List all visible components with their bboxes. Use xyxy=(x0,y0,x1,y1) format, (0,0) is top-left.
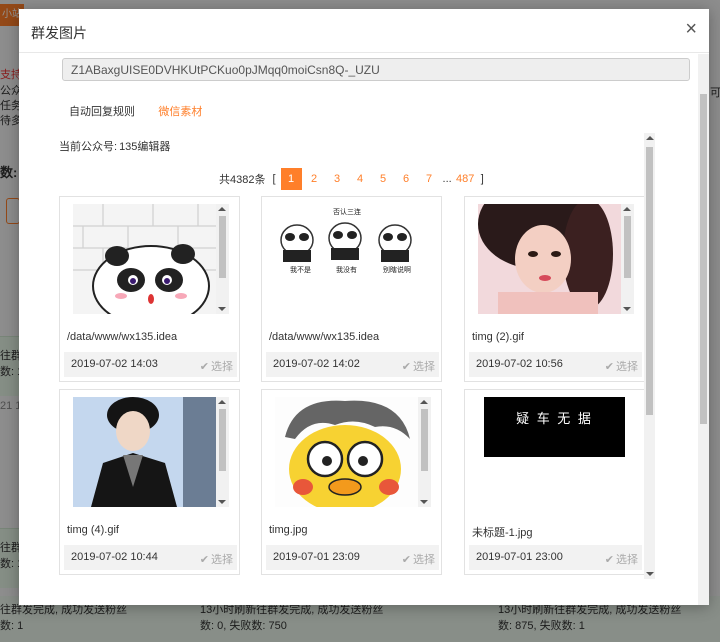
select-button[interactable]: ✔ 选择 xyxy=(402,358,435,374)
select-button[interactable]: ✔ 选择 xyxy=(200,358,233,374)
image-card[interactable]: /data/www/wx135.idea 2019-07-02 14:03 ✔ 选… xyxy=(59,196,240,382)
thumbnail-scrollbar[interactable] xyxy=(418,397,431,507)
image-card[interactable]: 疑 车 无 据 未标题-1.jpg 2019-07-01 23:00 ✔ 选择 xyxy=(464,389,645,575)
card-footer: 2019-07-02 10:44 ✔ 选择 xyxy=(64,545,237,570)
tabs: 自动回复规则 微信素材 xyxy=(59,103,212,123)
modal-header: 群发图片 × xyxy=(19,9,709,53)
image-name: timg (4).gif xyxy=(67,524,119,536)
meme-captions: 否认三连 我不是 我没有 别瞎说啊 xyxy=(275,204,418,314)
image-date: 2019-07-02 10:56 xyxy=(476,358,563,370)
page-link[interactable]: 3 xyxy=(327,168,348,190)
scroll-down-icon[interactable] xyxy=(646,572,654,576)
close-icon[interactable]: × xyxy=(685,19,697,39)
tab-wechat-material[interactable]: 微信素材 xyxy=(148,103,212,119)
select-button[interactable]: ✔ 选择 xyxy=(200,551,233,567)
page-link[interactable]: 6 xyxy=(396,168,417,190)
thumbnail xyxy=(73,204,229,314)
black-banner-image: 疑 车 无 据 xyxy=(484,397,625,457)
image-name: 未标题-1.jpg xyxy=(472,527,533,539)
current-account: 当前公众号: 135编辑器 xyxy=(59,138,172,154)
token-input[interactable] xyxy=(62,58,690,81)
card-footer: 2019-07-02 14:03 ✔ 选择 xyxy=(64,352,237,377)
image-name: /data/www/wx135.idea xyxy=(269,331,380,343)
select-label: 选择 xyxy=(413,554,435,566)
check-icon: ✔ xyxy=(199,361,209,373)
select-label: 选择 xyxy=(211,554,233,566)
pagination: 共4382条 [ 1 2 3 4 5 6 7 ... 487 ] xyxy=(219,168,488,190)
select-button[interactable]: ✔ 选择 xyxy=(605,358,638,374)
thumbnail xyxy=(275,397,431,507)
image-name: timg.jpg xyxy=(269,524,308,536)
pager-bracket: [ xyxy=(272,173,276,185)
image-name: timg (2).gif xyxy=(472,331,524,343)
page-link[interactable]: 2 xyxy=(304,168,325,190)
portrait-boy-image xyxy=(73,397,216,507)
card-footer: 2019-07-02 14:02 ✔ 选择 xyxy=(266,352,439,377)
check-icon: ✔ xyxy=(604,361,614,373)
total-count: 共4382条 xyxy=(219,174,266,186)
panda-wall-image xyxy=(73,204,216,314)
card-footer: 2019-07-01 23:00 ✔ 选择 xyxy=(469,545,642,570)
thumbnail xyxy=(478,204,634,314)
check-icon: ✔ xyxy=(401,554,411,566)
meme-caption: 别瞎说啊 xyxy=(383,267,411,274)
page-link-last[interactable]: 487 xyxy=(455,168,476,190)
thumbnail-scrollbar[interactable] xyxy=(216,397,229,507)
cartoon-face-image xyxy=(275,397,418,507)
modal-body: 自动回复规则 微信素材 当前公众号:135编辑器 共4382条 [ 1 2 3 … xyxy=(19,54,709,605)
image-date: 2019-07-01 23:09 xyxy=(273,551,360,563)
card-footer: 2019-07-02 10:56 ✔ 选择 xyxy=(469,352,642,377)
select-label: 选择 xyxy=(616,361,638,373)
page-link[interactable]: 4 xyxy=(350,168,371,190)
meme-caption: 我没有 xyxy=(336,267,357,274)
check-icon: ✔ xyxy=(199,554,209,566)
pager-bracket: ] xyxy=(480,173,484,185)
image-date: 2019-07-01 23:00 xyxy=(476,551,563,563)
thumbnail: 否认三连 我不是 我没有 别瞎说啊 xyxy=(275,204,431,314)
scroll-up-icon[interactable] xyxy=(646,136,654,140)
image-date: 2019-07-02 14:03 xyxy=(71,358,158,370)
thumbnail: 疑 车 无 据 xyxy=(478,397,634,507)
image-card[interactable]: timg (2).gif 2019-07-02 10:56 ✔ 选择 xyxy=(464,196,645,382)
scroll-thumb[interactable] xyxy=(646,147,653,415)
tab-auto-reply[interactable]: 自动回复规则 xyxy=(59,103,145,119)
page-ellipsis: ... xyxy=(442,173,452,185)
send-image-modal: 群发图片 × 自动回复规则 微信素材 当前公众号:135编辑器 共4382条 [… xyxy=(19,9,709,605)
select-label: 选择 xyxy=(413,361,435,373)
modal-scrollbar[interactable] xyxy=(698,54,709,605)
thumbnail xyxy=(73,397,229,507)
image-name: /data/www/wx135.idea xyxy=(67,331,178,343)
page-link[interactable]: 1 xyxy=(280,168,302,190)
image-card[interactable]: 否认三连 我不是 我没有 别瞎说啊 /data/www/wx135.idea 2… xyxy=(261,196,442,382)
image-card[interactable]: timg.jpg 2019-07-01 23:09 ✔ 选择 xyxy=(261,389,442,575)
page-link[interactable]: 7 xyxy=(419,168,440,190)
scroll-thumb[interactable] xyxy=(700,94,707,424)
page-link[interactable]: 5 xyxy=(373,168,394,190)
select-button[interactable]: ✔ 选择 xyxy=(605,551,638,567)
thumbnail-scrollbar[interactable] xyxy=(216,204,229,314)
image-card[interactable]: timg (4).gif 2019-07-02 10:44 ✔ 选择 xyxy=(59,389,240,575)
image-date: 2019-07-02 10:44 xyxy=(71,551,158,563)
select-label: 选择 xyxy=(616,554,638,566)
image-date: 2019-07-02 14:02 xyxy=(273,358,360,370)
check-icon: ✔ xyxy=(604,554,614,566)
portrait-girl-image xyxy=(478,204,621,314)
current-account-label: 当前公众号: xyxy=(59,141,118,153)
modal-title: 群发图片 xyxy=(31,25,87,41)
check-icon: ✔ xyxy=(401,361,411,373)
grid-scrollbar[interactable] xyxy=(644,133,655,579)
thumbnail-scrollbar[interactable] xyxy=(621,204,634,314)
meme-caption: 否认三连 xyxy=(333,209,361,216)
current-account-value: 135编辑器 xyxy=(119,141,171,153)
select-label: 选择 xyxy=(211,361,233,373)
card-footer: 2019-07-01 23:09 ✔ 选择 xyxy=(266,545,439,570)
meme-caption: 我不是 xyxy=(290,267,311,274)
select-button[interactable]: ✔ 选择 xyxy=(402,551,435,567)
